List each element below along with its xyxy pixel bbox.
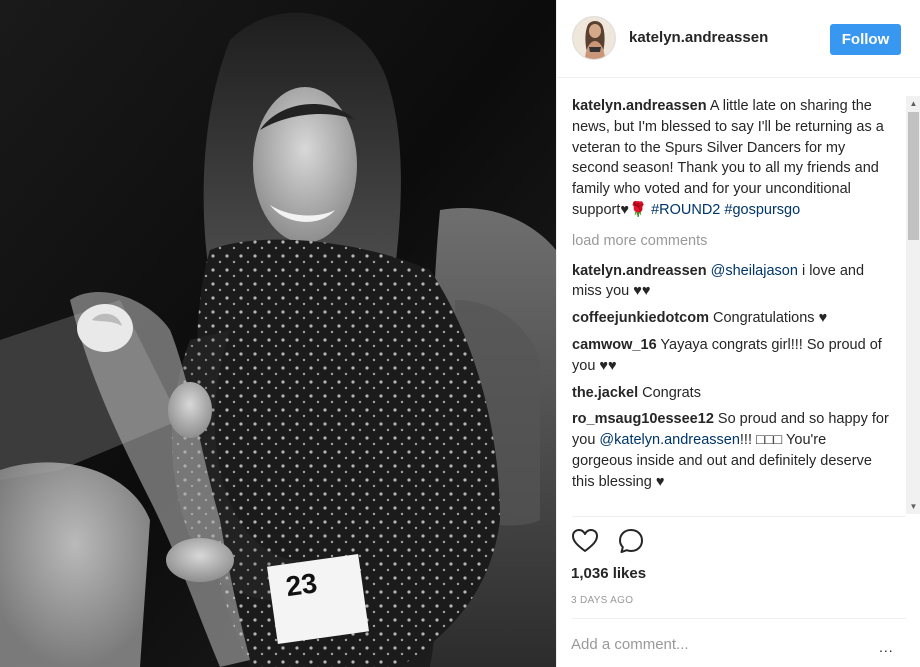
comments-list: katelyn.andreassen A little late on shar… [572,96,890,499]
comment-username[interactable]: the.jackel [572,385,638,401]
more-options-icon[interactable]: ... [879,639,894,655]
comment-item: camwow_16 Yayaya congrats girl!!! So pro… [572,335,890,377]
comment-username[interactable]: ro_msaug10essee12 [572,411,714,427]
comment-item: coffeejunkiedotcom Congratulations ♥ [572,308,890,329]
comment-username[interactable]: camwow_16 [572,337,657,353]
caption: katelyn.andreassen A little late on shar… [572,96,890,221]
comments-scrollbar[interactable]: ▲ ▼ [906,96,920,514]
load-more-comments[interactable]: load more comments [572,231,890,252]
add-comment-input[interactable]: Add a comment... [571,636,689,653]
comment-item: ro_msaug10essee12 So proud and so happy … [572,409,890,492]
comment-item: the.jackel Congrats [572,383,890,404]
post-timestamp[interactable]: 3 DAYS AGO [571,595,633,606]
follow-button[interactable]: Follow [830,24,901,55]
divider [572,618,906,619]
caption-hashtags[interactable]: #ROUND2 #gospursgo [651,202,800,218]
comment-mention[interactable]: @sheilajason [711,263,798,279]
divider [572,516,906,517]
comment-text: Congrats [638,384,701,401]
header-username[interactable]: katelyn.andreassen [629,29,768,46]
speech-bubble-icon[interactable] [617,527,645,555]
scroll-down-arrow-icon[interactable]: ▼ [906,499,920,514]
comment-username[interactable]: coffeejunkiedotcom [572,310,709,326]
comment-mention[interactable]: @katelyn.andreassen [599,432,739,448]
caption-text: A little late on sharing the news, but I… [572,98,884,218]
caption-username[interactable]: katelyn.andreassen [572,98,707,114]
svg-text:23: 23 [284,567,319,602]
comment-username[interactable]: katelyn.andreassen [572,263,707,279]
comment-text: Congratulations ♥ [708,310,828,327]
scroll-up-arrow-icon[interactable]: ▲ [906,96,920,111]
post-photo-image: 23 [0,0,556,667]
post-photo[interactable]: 23 [0,0,556,667]
post-side-panel: katelyn.andreassen Follow katelyn.andrea… [556,0,920,667]
comment-item: katelyn.andreassen @sheilajason i love a… [572,261,890,303]
heart-outline-icon[interactable] [571,527,599,555]
likes-count[interactable]: 1,036 likes [571,565,646,582]
avatar-image [573,17,615,59]
scrollbar-thumb[interactable] [908,112,919,240]
avatar[interactable] [572,16,616,60]
post-header: katelyn.andreassen Follow [557,0,920,78]
